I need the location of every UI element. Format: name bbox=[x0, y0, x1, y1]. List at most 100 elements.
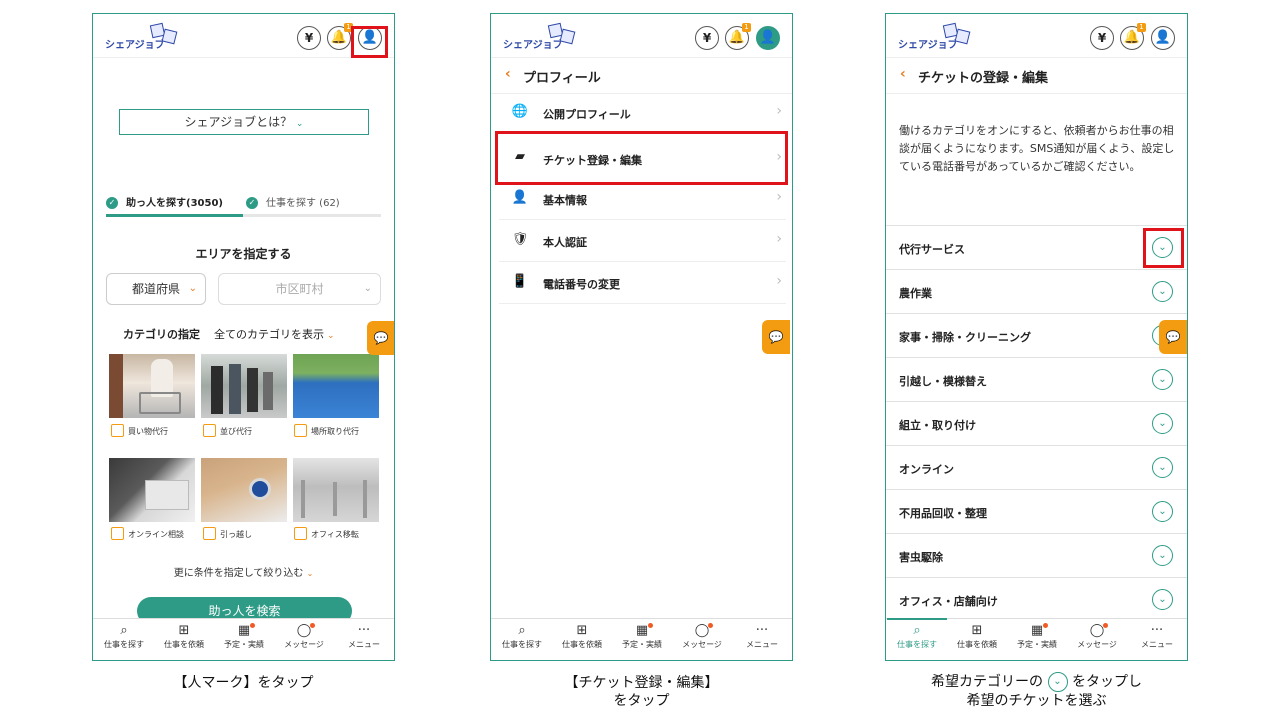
logo-text: シェアジョブ bbox=[898, 40, 958, 51]
nav-label: 仕事を依頼 bbox=[164, 640, 204, 649]
nav-label: 仕事を探す bbox=[104, 640, 144, 649]
category-label: 不用品回収・整理 bbox=[899, 507, 987, 520]
nav-messages[interactable]: ◯ メッセージ bbox=[1067, 623, 1127, 650]
more-dots-icon: ··· bbox=[1150, 623, 1164, 638]
chevron-down-circle-icon[interactable]: ⌄ bbox=[1152, 545, 1173, 566]
nav-find-jobs[interactable]: ⌕ 仕事を探す bbox=[492, 623, 552, 650]
app-header: シェアジョブ ¥ 🔔 1 👤 bbox=[491, 14, 792, 58]
ticket-category-row[interactable]: 害虫駆除 ⌄ bbox=[886, 533, 1187, 577]
back-chevron-icon[interactable]: ‹ bbox=[900, 66, 906, 82]
phone-screen-ticket: シェアジョブ ¥ 🔔 1 👤 ‹ チケットの登録・編集 働けるカテゴリをオンにする… bbox=[885, 13, 1188, 661]
checkbox-office[interactable] bbox=[294, 527, 307, 540]
prefecture-select[interactable]: 都道府県 ⌄ bbox=[106, 273, 206, 305]
checkbox-moving[interactable] bbox=[203, 527, 216, 540]
chat-bubble-icon[interactable]: 💬 bbox=[1159, 320, 1187, 354]
chevron-down-circle-icon[interactable]: ⌄ bbox=[1152, 281, 1173, 302]
logo-text: シェアジョブ bbox=[105, 40, 165, 51]
nav-find-jobs[interactable]: ⌕ 仕事を探す bbox=[94, 623, 154, 650]
chevron-down-circle-icon[interactable]: ⌄ bbox=[1152, 501, 1173, 522]
ticket-category-row[interactable]: 代行サービス ⌄ bbox=[886, 225, 1187, 269]
calendar-icon: ▦ bbox=[1007, 623, 1067, 639]
more-dots-icon: ··· bbox=[357, 623, 371, 638]
phone-screen-search: シェアジョブ ¥ 🔔 1 👤 シェアジョブとは？ ⌄ ✓ 助っ人を探す(3050) … bbox=[92, 13, 395, 661]
bell-icon[interactable]: 🔔 1 bbox=[327, 23, 353, 50]
checkbox-place[interactable] bbox=[294, 424, 307, 437]
yen-icon[interactable]: ¥ bbox=[695, 26, 719, 50]
chat-bubble-icon[interactable]: 💬 bbox=[367, 321, 394, 355]
menu-item-phone[interactable]: 📱 電話番号の変更 › bbox=[499, 262, 786, 304]
notification-dot bbox=[708, 623, 713, 628]
step3-caption: 希望カテゴリーの ⌄ をタップし 希望のチケットを選ぶ bbox=[885, 672, 1188, 710]
checkbox-online[interactable] bbox=[111, 527, 124, 540]
chevron-down-circle-icon[interactable]: ⌄ bbox=[1152, 369, 1173, 390]
nav-menu[interactable]: ··· メニュー bbox=[732, 623, 792, 650]
back-chevron-icon[interactable]: ‹ bbox=[505, 66, 511, 82]
user-icon[interactable]: 👤 bbox=[756, 26, 780, 50]
menu-item-identity[interactable]: 🛡 本人認証 › bbox=[499, 220, 786, 262]
nav-request-job[interactable]: ⊞ 仕事を依頼 bbox=[947, 623, 1007, 650]
chevron-down-circle-icon[interactable]: ⌄ bbox=[1152, 589, 1173, 610]
nav-request-job[interactable]: ⊞ 仕事を依頼 bbox=[154, 623, 214, 650]
chevron-down-icon: ⌄ bbox=[306, 569, 314, 578]
show-all-categories[interactable]: 全てのカテゴリを表示 bbox=[214, 328, 324, 341]
check-icon: ✓ bbox=[246, 197, 258, 209]
city-select[interactable]: 市区町村 ⌄ bbox=[218, 273, 381, 305]
bell-icon[interactable]: 🔔 1 bbox=[1120, 23, 1146, 50]
nav-active-indicator bbox=[887, 618, 947, 620]
nav-menu[interactable]: ··· メニュー bbox=[1127, 623, 1187, 650]
search-tabs: ✓ 助っ人を探す(3050) ✓ 仕事を探す (62) bbox=[106, 192, 381, 218]
notification-dot bbox=[250, 623, 255, 628]
notification-dot bbox=[648, 623, 653, 628]
bottom-nav: ⌕ 仕事を探す ⊞ 仕事を依頼 ▦ 予定・実績 ◯ メッセージ ··· メニュー bbox=[93, 618, 394, 660]
chevron-down-circle-icon[interactable]: ⌄ bbox=[1152, 457, 1173, 478]
chevron-right-icon: › bbox=[776, 231, 782, 247]
message-icon: ◯ bbox=[274, 623, 334, 639]
logo-mark bbox=[559, 28, 576, 45]
app-logo[interactable]: シェアジョブ bbox=[503, 22, 579, 52]
app-logo[interactable]: シェアジョブ bbox=[105, 22, 181, 52]
checkbox-shopping[interactable] bbox=[111, 424, 124, 437]
nav-label: 仕事を探す bbox=[502, 640, 542, 649]
tab-find-helper[interactable]: ✓ 助っ人を探す(3050) bbox=[106, 194, 223, 209]
ticket-category-row[interactable]: 引越し・模様替え ⌄ bbox=[886, 357, 1187, 401]
category-label: 代行サービス bbox=[899, 243, 965, 256]
what-is-label: シェアジョブとは？ bbox=[184, 115, 293, 129]
caption-text: 【チケット登録・編集】 bbox=[564, 675, 719, 691]
logo-mark bbox=[954, 28, 971, 45]
nav-menu[interactable]: ··· メニュー bbox=[334, 623, 394, 650]
ticket-category-row[interactable]: 組立・取り付け ⌄ bbox=[886, 401, 1187, 445]
ticket-category-row[interactable]: 家事・掃除・クリーニング⌄ bbox=[886, 313, 1187, 357]
more-conditions-link[interactable]: 更に条件を指定して絞り込む ⌄ bbox=[93, 564, 394, 579]
bell-icon[interactable]: 🔔 1 bbox=[725, 23, 751, 50]
user-icon[interactable]: 👤 bbox=[1151, 26, 1175, 50]
notification-dot bbox=[1043, 623, 1048, 628]
nav-messages[interactable]: ◯ メッセージ bbox=[274, 623, 334, 650]
ticket-category-row[interactable]: オフィス・店舗向け ⌄ bbox=[886, 577, 1187, 621]
nav-label: メニュー bbox=[348, 640, 380, 649]
caption-text: 希望カテゴリーの bbox=[931, 674, 1044, 690]
nav-request-job[interactable]: ⊞ 仕事を依頼 bbox=[552, 623, 612, 650]
yen-icon[interactable]: ¥ bbox=[297, 26, 321, 50]
what-is-dropdown[interactable]: シェアジョブとは？ ⌄ bbox=[119, 109, 369, 135]
chat-bubble-icon[interactable]: 💬 bbox=[762, 320, 790, 354]
chevron-right-icon: › bbox=[776, 189, 782, 205]
ticket-category-row[interactable]: オンライン ⌄ bbox=[886, 445, 1187, 489]
menu-item-public-profile[interactable]: 🌐 公開プロフィール › bbox=[499, 92, 786, 134]
app-logo[interactable]: シェアジョブ bbox=[898, 22, 974, 52]
area-title: エリアを指定する bbox=[195, 247, 292, 261]
nav-schedule[interactable]: ▦ 予定・実績 bbox=[1007, 623, 1067, 650]
checkbox-queue[interactable] bbox=[203, 424, 216, 437]
chevron-down-circle-icon[interactable]: ⌄ bbox=[1152, 413, 1173, 434]
nav-messages[interactable]: ◯ メッセージ bbox=[672, 623, 732, 650]
tab-find-jobs[interactable]: ✓ 仕事を探す (62) bbox=[246, 194, 340, 209]
nav-schedule[interactable]: ▦ 予定・実績 bbox=[214, 623, 274, 650]
yen-icon[interactable]: ¥ bbox=[1090, 26, 1114, 50]
calendar-icon: ▦ bbox=[612, 623, 672, 639]
nav-label: 予定・実績 bbox=[224, 640, 264, 649]
nav-find-jobs[interactable]: ⌕ 仕事を探す bbox=[887, 623, 947, 650]
chevron-down-icon: ⌄ bbox=[188, 283, 197, 294]
ticket-category-row[interactable]: 不用品回収・整理 ⌄ bbox=[886, 489, 1187, 533]
nav-schedule[interactable]: ▦ 予定・実績 bbox=[612, 623, 672, 650]
phone-icon: 📱 bbox=[511, 274, 529, 289]
ticket-category-row[interactable]: 農作業 ⌄ bbox=[886, 269, 1187, 313]
